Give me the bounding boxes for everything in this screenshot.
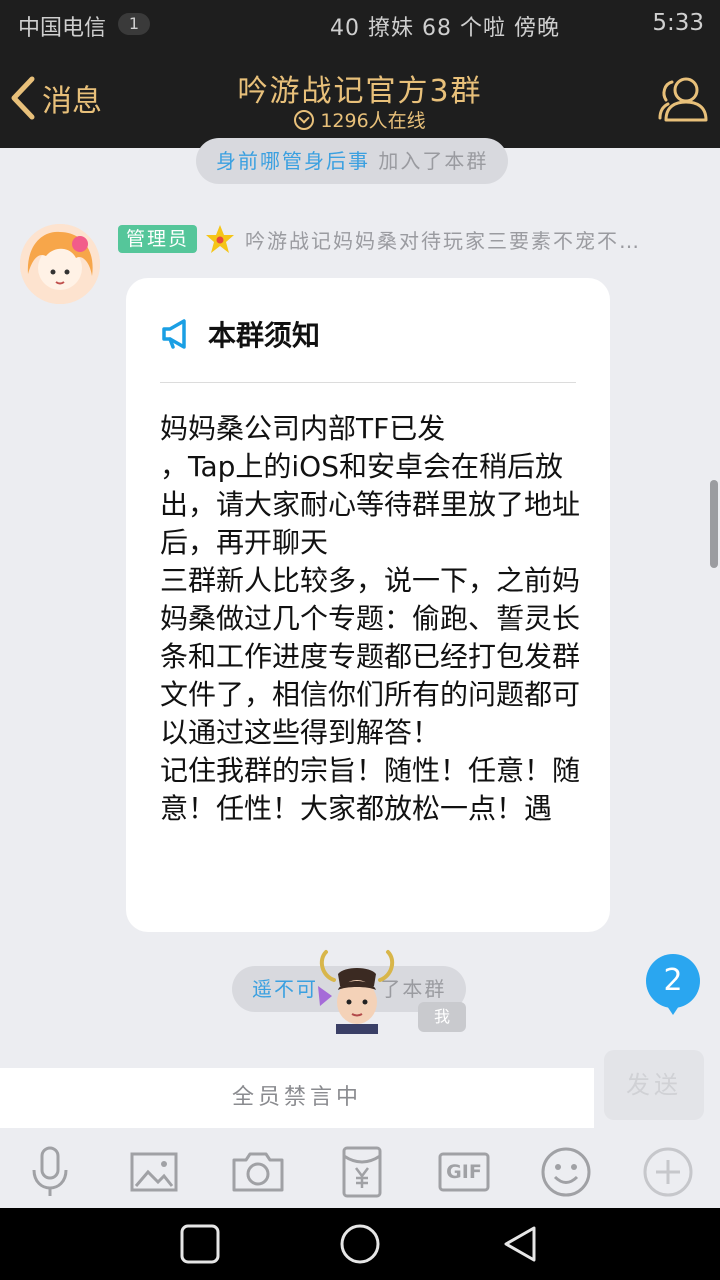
clock: 5:33	[652, 10, 704, 36]
red-packet-icon	[342, 1146, 382, 1198]
send-button[interactable]: 发送	[604, 1050, 704, 1120]
notice-title: 本群须知	[208, 319, 321, 352]
top-bar: 中国电信 1 40 撩妹 68 个啦 傍晚 5:33 消息 吟游战记官方3群 1…	[0, 0, 720, 148]
me-tag: 我	[418, 1002, 466, 1032]
status-indicators: 40 撩妹 68 个啦 傍晚	[330, 16, 560, 41]
join-notice-text: 加入了本群	[370, 149, 489, 173]
message-input[interactable]: 全员禁言中	[0, 1068, 594, 1128]
chat-title[interactable]: 吟游战记官方3群	[0, 66, 720, 110]
joined-user-name[interactable]: 身前哪管身后事	[216, 149, 370, 173]
chevron-down-icon	[294, 110, 315, 130]
admin-badge: 管理员	[118, 225, 198, 253]
sim-badge: 1	[118, 13, 150, 35]
camera-button[interactable]	[230, 1144, 286, 1200]
input-toolbar: GIF	[0, 1140, 720, 1206]
notice-user-name[interactable]: 遥不可	[252, 977, 318, 1001]
group-members-button[interactable]	[654, 70, 712, 128]
avatar-pendant-icon[interactable]	[312, 946, 402, 1034]
voice-button[interactable]	[22, 1144, 78, 1200]
notice-header: 本群须知	[160, 314, 320, 354]
members-icon	[658, 77, 708, 122]
system-join-notice: 身前哪管身后事 加入了本群	[196, 138, 509, 184]
sender-meta: 管理员 吟游战记妈妈桑对待玩家三要素不宠不…	[118, 224, 641, 254]
image-button[interactable]	[126, 1144, 182, 1200]
notice-body: 妈妈桑公司内部TF已发 ，Tap上的iOS和安卓会在稍后放出，请大家耐心等待群里…	[160, 412, 581, 825]
sender-avatar[interactable]	[20, 224, 100, 304]
star-badge-icon	[206, 225, 235, 253]
red-packet-button[interactable]	[334, 1144, 390, 1200]
megaphone-icon	[162, 319, 186, 349]
emoji-icon	[541, 1147, 591, 1197]
avatar-image	[20, 224, 100, 304]
emoji-button[interactable]	[538, 1144, 594, 1200]
back-icon[interactable]	[498, 1222, 542, 1266]
online-count-label: 1296人在线	[320, 110, 426, 132]
notice-divider	[160, 382, 576, 383]
more-button[interactable]	[640, 1144, 696, 1200]
microphone-icon	[32, 1146, 68, 1196]
scrollbar-thumb[interactable]	[710, 480, 718, 568]
image-icon	[130, 1152, 178, 1192]
sender-name[interactable]: 吟游战记妈妈桑对待玩家三要素不宠不…	[245, 225, 641, 254]
carrier-label: 中国电信	[18, 16, 107, 41]
unread-count-badge[interactable]: 2	[646, 954, 700, 1015]
gif-button[interactable]: GIF	[436, 1144, 492, 1200]
plus-icon	[643, 1147, 693, 1197]
home-icon[interactable]	[338, 1222, 382, 1266]
online-count[interactable]: 1296人在线	[0, 106, 720, 133]
gif-label: GIF	[446, 1161, 482, 1183]
recents-icon[interactable]	[178, 1222, 222, 1266]
camera-icon	[232, 1152, 284, 1192]
group-notice-card[interactable]: 本群须知 妈妈桑公司内部TF已发 ，Tap上的iOS和安卓会在稍后放出，请大家耐…	[126, 278, 610, 932]
system-navigation-bar	[0, 1208, 720, 1280]
status-bar: 中国电信 1 40 撩妹 68 个啦 傍晚 5:33	[0, 0, 720, 48]
